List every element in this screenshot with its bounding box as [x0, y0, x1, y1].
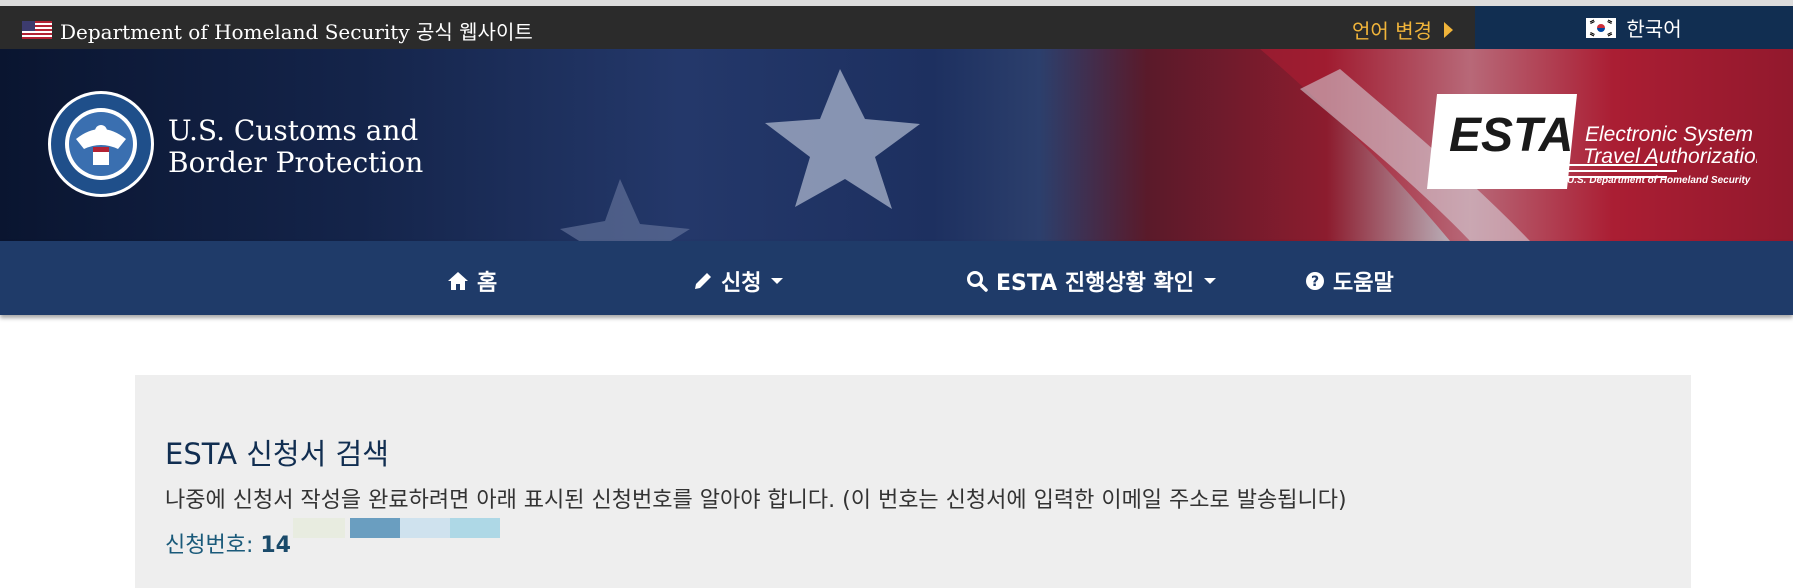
svg-text:?: ?	[1311, 274, 1319, 290]
caret-right-icon	[1444, 21, 1453, 38]
cbp-wordmark: U.S. Customs and Border Protection	[168, 115, 423, 179]
search-icon	[967, 271, 988, 292]
application-number-line: 신청번호: 14	[165, 527, 291, 559]
nav-apply[interactable]: 신청	[693, 265, 784, 297]
chevron-down-icon	[1203, 278, 1216, 284]
esta-logo-line-2: Travel Authorization	[1583, 145, 1757, 168]
nav-check-status-label: ESTA 진행상황 확인	[996, 271, 1194, 296]
main-navigation: 홈 신청 ESTA 진행상황 확인 ? 도움말	[0, 241, 1793, 315]
application-search-panel: ESTA 신청서 검색 나중에 신청서 작성을 완료하려면 아래 표시된 신청번…	[135, 375, 1691, 588]
chevron-down-icon	[771, 278, 784, 284]
nav-home-label: 홈	[477, 271, 498, 296]
application-number-label: 신청번호:	[165, 533, 254, 558]
question-icon: ?	[1306, 272, 1324, 290]
us-flag-icon	[22, 21, 52, 39]
nav-home[interactable]: 홈	[447, 265, 497, 297]
redaction-block	[350, 518, 400, 538]
cbp-line-2: Border Protection	[168, 146, 424, 179]
esta-logo-acronym: ESTA	[1449, 109, 1573, 162]
esta-logo-dept: U.S. Department of Homeland Security	[1567, 175, 1751, 186]
home-icon	[448, 272, 468, 290]
pencil-icon	[695, 273, 711, 289]
current-language-selector[interactable]: 한국어	[1475, 6, 1793, 49]
cbp-line-1: U.S. Customs and	[168, 114, 419, 147]
nav-help-label: 도움말	[1333, 271, 1394, 296]
header-banner: U.S. Customs and Border Protection ESTA …	[0, 49, 1793, 241]
language-change-link[interactable]: 언어 변경	[1352, 15, 1453, 44]
panel-title: ESTA 신청서 검색	[165, 437, 389, 471]
korea-flag-icon	[1586, 17, 1617, 38]
official-site-text: Department of Homeland Security 공식 웹사이트	[60, 20, 533, 44]
current-language-label: 한국어	[1626, 17, 1682, 41]
nav-apply-label: 신청	[721, 271, 762, 296]
application-number-value: 14	[260, 533, 291, 558]
panel-description: 나중에 신청서 작성을 완료하려면 아래 표시된 신청번호를 알아야 합니다. …	[165, 488, 1347, 513]
language-change-label: 언어 변경	[1352, 19, 1432, 43]
nav-help[interactable]: ? 도움말	[1305, 265, 1394, 297]
redaction-block	[450, 518, 500, 538]
esta-logo: ESTA Electronic System for Travel Author…	[1427, 94, 1757, 189]
esta-logo-line-1: Electronic System for	[1585, 123, 1757, 146]
nav-check-status[interactable]: ESTA 진행상황 확인	[966, 265, 1216, 297]
redaction-block	[400, 518, 450, 538]
redaction-block	[293, 518, 345, 538]
dhs-seal-logo	[48, 91, 154, 197]
top-utility-bar: Department of Homeland Security 공식 웹사이트 …	[0, 0, 1793, 49]
